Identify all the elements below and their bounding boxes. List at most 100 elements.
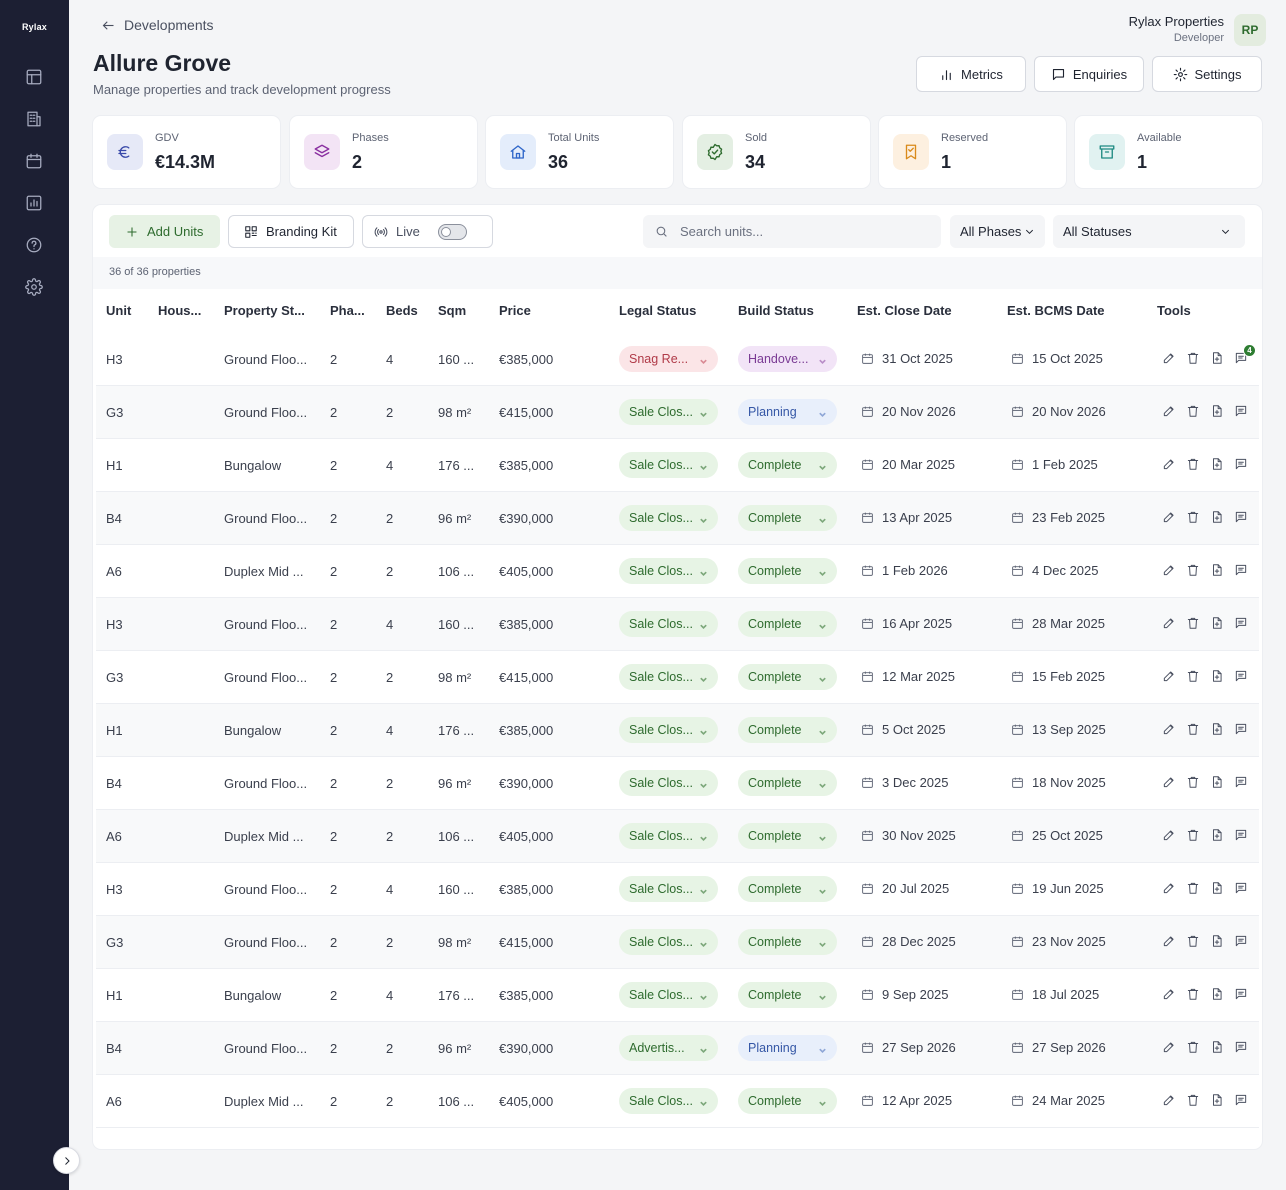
document-add-icon[interactable] [1210, 668, 1224, 684]
est-close-date[interactable]: 20 Nov 2026 [861, 404, 956, 419]
message-icon[interactable] [1234, 827, 1248, 843]
est-close-date[interactable]: 27 Sep 2026 [861, 1040, 956, 1055]
table-row[interactable]: H1 Bungalow 2 4 176 ... €385,000 Sale Clos... C… [96, 439, 1259, 492]
message-icon[interactable] [1234, 509, 1248, 525]
back-link[interactable]: Developments [101, 17, 214, 33]
message-icon[interactable] [1234, 615, 1248, 631]
table-row[interactable]: G3 Ground Floo... 2 2 98 m² €415,000 Sale Clos… [96, 651, 1259, 704]
col-unit[interactable]: Unit [106, 303, 131, 318]
est-close-date[interactable]: 13 Apr 2025 [861, 510, 952, 525]
legal-status-select[interactable]: Advertis... [619, 1035, 718, 1061]
trash-icon[interactable] [1186, 350, 1200, 366]
sidebar-expand-button[interactable] [53, 1147, 80, 1174]
chart-icon[interactable] [23, 192, 45, 214]
document-add-icon[interactable] [1210, 880, 1224, 896]
build-status-select[interactable]: Planning [738, 399, 837, 425]
trash-icon[interactable] [1186, 509, 1200, 525]
gear-icon[interactable] [23, 276, 45, 298]
edit-icon[interactable] [1162, 933, 1176, 949]
est-close-date[interactable]: 30 Nov 2025 [861, 828, 956, 843]
message-icon[interactable] [1234, 456, 1248, 472]
trash-icon[interactable] [1186, 933, 1200, 949]
document-add-icon[interactable] [1210, 986, 1224, 1002]
search-input[interactable] [680, 224, 930, 239]
document-add-icon[interactable] [1210, 403, 1224, 419]
trash-icon[interactable] [1186, 986, 1200, 1002]
trash-icon[interactable] [1186, 403, 1200, 419]
est-bcms-date[interactable]: 18 Jul 2025 [1011, 987, 1099, 1002]
edit-icon[interactable] [1162, 721, 1176, 737]
message-icon[interactable] [1234, 1092, 1248, 1108]
table-row[interactable]: G3 Ground Floo... 2 2 98 m² €415,000 Sale Clos… [96, 916, 1259, 969]
building-icon[interactable] [23, 108, 45, 130]
col-legal-status[interactable]: Legal Status [619, 303, 696, 318]
settings-button[interactable]: Settings [1152, 56, 1262, 92]
col-phase[interactable]: Pha... [330, 303, 365, 318]
trash-icon[interactable] [1186, 1092, 1200, 1108]
col-property-style[interactable]: Property St... [224, 303, 305, 318]
est-bcms-date[interactable]: 15 Feb 2025 [1011, 669, 1105, 684]
legal-status-select[interactable]: Sale Clos... [619, 770, 718, 796]
message-icon[interactable] [1234, 721, 1248, 737]
document-add-icon[interactable] [1210, 562, 1224, 578]
legal-status-select[interactable]: Sale Clos... [619, 1088, 718, 1114]
est-bcms-date[interactable]: 24 Mar 2025 [1011, 1093, 1105, 1108]
est-bcms-date[interactable]: 18 Nov 2025 [1011, 775, 1106, 790]
document-add-icon[interactable] [1210, 827, 1224, 843]
build-status-select[interactable]: Complete [738, 770, 837, 796]
col-build-status[interactable]: Build Status [738, 303, 814, 318]
document-add-icon[interactable] [1210, 933, 1224, 949]
trash-icon[interactable] [1186, 721, 1200, 737]
build-status-select[interactable]: Complete [738, 452, 837, 478]
message-icon[interactable] [1234, 562, 1248, 578]
message-icon[interactable] [1234, 933, 1248, 949]
est-bcms-date[interactable]: 23 Feb 2025 [1011, 510, 1105, 525]
table-row[interactable]: A6 Duplex Mid ... 2 2 106 ... €405,000 Sale Cl… [96, 545, 1259, 598]
message-icon[interactable] [1234, 774, 1248, 790]
est-close-date[interactable]: 28 Dec 2025 [861, 934, 956, 949]
est-close-date[interactable]: 12 Mar 2025 [861, 669, 955, 684]
trash-icon[interactable] [1186, 1039, 1200, 1055]
est-bcms-date[interactable]: 15 Oct 2025 [1011, 351, 1103, 366]
trash-icon[interactable] [1186, 668, 1200, 684]
est-bcms-date[interactable]: 23 Nov 2025 [1011, 934, 1106, 949]
metrics-button[interactable]: Metrics [916, 56, 1026, 92]
table-row[interactable]: B4 Ground Floo... 2 2 96 m² €390,000 Sale Clos… [96, 492, 1259, 545]
est-bcms-date[interactable]: 19 Jun 2025 [1011, 881, 1104, 896]
document-add-icon[interactable] [1210, 350, 1224, 366]
legal-status-select[interactable]: Sale Clos... [619, 876, 718, 902]
build-status-select[interactable]: Complete [738, 558, 837, 584]
build-status-select[interactable]: Complete [738, 611, 837, 637]
trash-icon[interactable] [1186, 456, 1200, 472]
message-icon[interactable]: 4 [1234, 344, 1256, 366]
col-house[interactable]: Hous... [158, 303, 201, 318]
edit-icon[interactable] [1162, 1039, 1176, 1055]
est-bcms-date[interactable]: 27 Sep 2026 [1011, 1040, 1106, 1055]
add-units-button[interactable]: Add Units [109, 215, 220, 248]
trash-icon[interactable] [1186, 562, 1200, 578]
legal-status-select[interactable]: Sale Clos... [619, 982, 718, 1008]
build-status-select[interactable]: Complete [738, 505, 837, 531]
phases-select[interactable]: All Phases [950, 215, 1045, 248]
edit-icon[interactable] [1162, 827, 1176, 843]
legal-status-select[interactable]: Sale Clos... [619, 505, 718, 531]
table-row[interactable]: H1 Bungalow 2 4 176 ... €385,000 Sale Clos... C… [96, 704, 1259, 757]
message-icon[interactable] [1234, 1039, 1248, 1055]
document-add-icon[interactable] [1210, 456, 1224, 472]
build-status-select[interactable]: Complete [738, 717, 837, 743]
trash-icon[interactable] [1186, 774, 1200, 790]
est-close-date[interactable]: 16 Apr 2025 [861, 616, 952, 631]
col-price[interactable]: Price [499, 303, 531, 318]
col-est-close-date[interactable]: Est. Close Date [857, 303, 952, 318]
document-add-icon[interactable] [1210, 1092, 1224, 1108]
col-sqm[interactable]: Sqm [438, 303, 466, 318]
legal-status-select[interactable]: Snag Re... [619, 346, 718, 372]
est-bcms-date[interactable]: 13 Sep 2025 [1011, 722, 1106, 737]
document-add-icon[interactable] [1210, 1039, 1224, 1055]
document-add-icon[interactable] [1210, 721, 1224, 737]
dashboard-icon[interactable] [23, 66, 45, 88]
legal-status-select[interactable]: Sale Clos... [619, 399, 718, 425]
legal-status-select[interactable]: Sale Clos... [619, 611, 718, 637]
legal-status-select[interactable]: Sale Clos... [619, 452, 718, 478]
edit-icon[interactable] [1162, 774, 1176, 790]
